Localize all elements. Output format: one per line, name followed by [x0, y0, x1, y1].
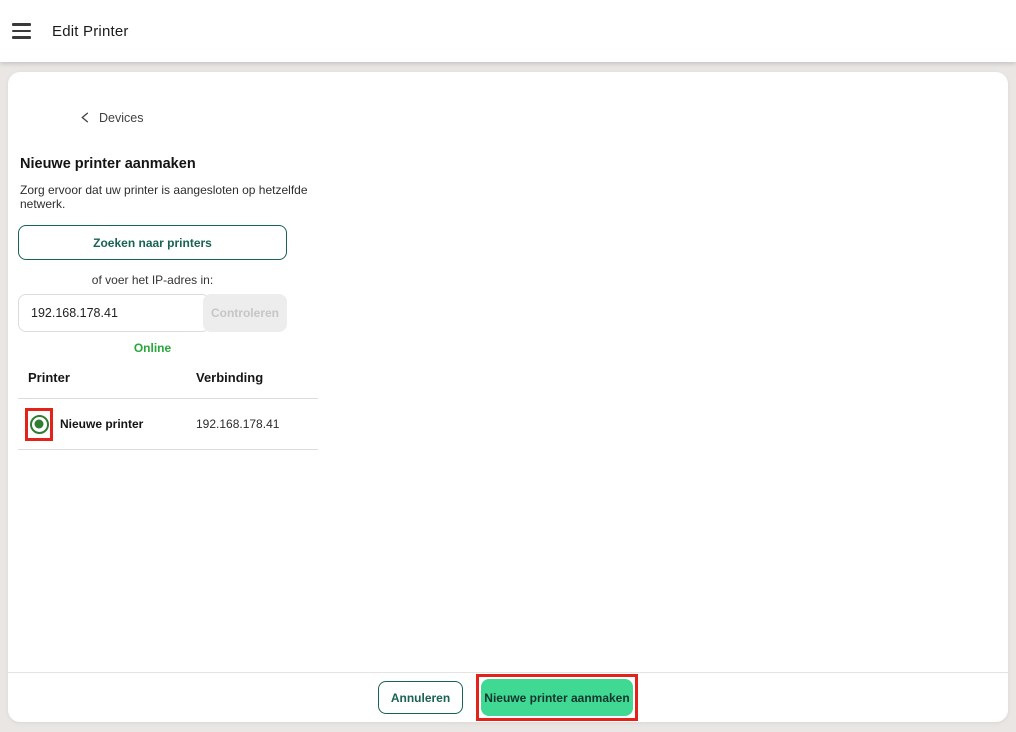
- chevron-left-icon: [81, 112, 89, 123]
- menu-icon[interactable]: [12, 19, 31, 43]
- cancel-button[interactable]: Annuleren: [378, 681, 463, 714]
- search-printers-button[interactable]: Zoeken naar printers: [18, 225, 287, 260]
- card-content: Devices Nieuwe printer aanmaken Zorg erv…: [8, 72, 1008, 672]
- printer-table: Printer Verbinding Nieuwe printer 192.16…: [18, 366, 318, 450]
- annotation-highlight-submit: Nieuwe printer aanmaken: [476, 674, 638, 721]
- section-subtitle: Zorg ervoor dat uw printer is aangeslote…: [20, 183, 308, 211]
- back-link-devices[interactable]: Devices: [80, 111, 143, 125]
- radio-selected-icon[interactable]: [29, 414, 49, 434]
- top-bar: Edit Printer: [0, 0, 1016, 62]
- column-header-printer: Printer: [28, 370, 70, 385]
- section-heading: Nieuwe printer aanmaken: [20, 156, 196, 172]
- back-link-label: Devices: [99, 110, 144, 125]
- ip-entry-row: Controleren: [18, 294, 287, 332]
- create-printer-button[interactable]: Nieuwe printer aanmaken: [481, 679, 633, 716]
- ip-address-input[interactable]: [18, 294, 210, 332]
- table-header-row: Printer Verbinding: [18, 366, 318, 399]
- column-header-connection: Verbinding: [196, 370, 264, 385]
- printer-status-badge: Online: [133, 341, 172, 355]
- printer-connection: 192.168.178.41: [196, 417, 280, 431]
- table-row[interactable]: Nieuwe printer 192.168.178.41: [18, 399, 318, 450]
- printer-name: Nieuwe printer: [60, 417, 144, 431]
- printer-setup-card: Devices Nieuwe printer aanmaken Zorg erv…: [8, 72, 1008, 722]
- page-title: Edit Printer: [52, 22, 129, 40]
- footer-action-bar: Annuleren Nieuwe printer aanmaken: [8, 672, 1008, 722]
- ip-prompt-label: of voer het IP-adres in:: [91, 273, 214, 287]
- annotation-highlight-radio: [25, 407, 53, 441]
- check-ip-button[interactable]: Controleren: [203, 294, 287, 332]
